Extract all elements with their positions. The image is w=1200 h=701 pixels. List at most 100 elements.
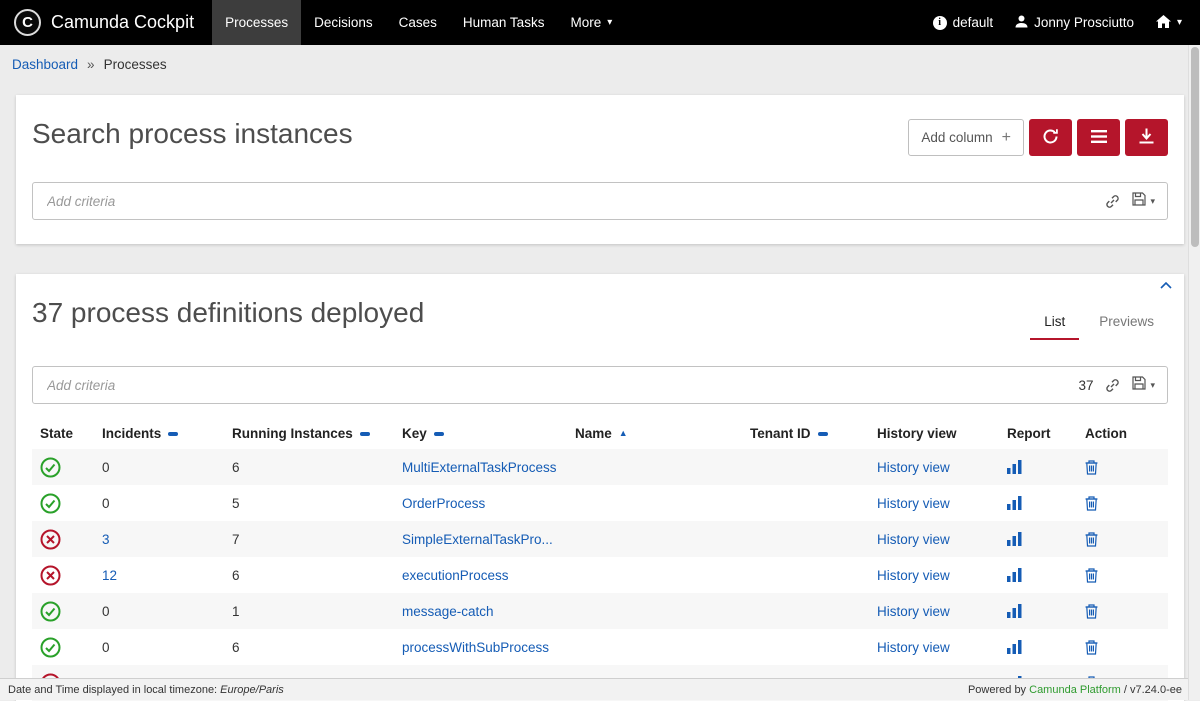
instance-search-bar: ▾ (32, 182, 1168, 220)
definition-criteria-input[interactable] (45, 377, 1066, 394)
report-icon[interactable] (1007, 460, 1069, 474)
incidents-count-link[interactable]: 3 (102, 532, 110, 547)
process-key-link[interactable]: SimpleExternalTaskPro... (402, 532, 553, 547)
ok-state-icon (40, 601, 86, 622)
tenant-id-cell (742, 485, 869, 521)
breadcrumb-dashboard-link[interactable]: Dashboard (12, 57, 78, 72)
delete-icon[interactable] (1085, 496, 1160, 511)
incidents-count-link[interactable]: 12 (102, 568, 117, 583)
process-key-link[interactable]: OrderProcess (402, 496, 485, 511)
delete-icon[interactable] (1085, 460, 1160, 475)
sort-remove-icon[interactable] (434, 432, 444, 436)
running-instances-cell: 1 (224, 593, 394, 629)
process-definition-row: 37SimpleExternalTaskPro...History view (32, 521, 1168, 557)
column-header-state[interactable]: State (32, 418, 94, 449)
sort-ascending-icon[interactable]: ▲ (619, 429, 628, 438)
nav-item-label: Processes (225, 15, 288, 30)
running-instances-cell: 5 (224, 485, 394, 521)
column-header-history-view[interactable]: History view (869, 418, 999, 449)
report-icon[interactable] (1007, 532, 1069, 546)
running-instances-cell: 6 (224, 449, 394, 485)
copy-link-icon[interactable] (1105, 194, 1120, 209)
vertical-scrollbar[interactable] (1188, 45, 1200, 700)
process-key-link[interactable]: MultiExternalTaskProcess (402, 460, 557, 475)
nav-item-human-tasks[interactable]: Human Tasks (450, 0, 558, 45)
ok-state-icon (40, 637, 86, 658)
nav-item-more[interactable]: More▾ (557, 0, 625, 45)
definition-search-bar: 37 ▾ (32, 366, 1168, 404)
column-header-name[interactable]: Name▲ (567, 418, 742, 449)
column-header-running-instances[interactable]: Running Instances (224, 418, 394, 449)
tab-list[interactable]: List (1030, 308, 1079, 340)
engine-selector[interactable]: i default (933, 15, 994, 30)
delete-icon[interactable] (1085, 568, 1160, 583)
brand-link[interactable]: C Camunda Cockpit (14, 9, 194, 36)
report-icon[interactable] (1007, 604, 1069, 618)
camunda-platform-link[interactable]: Camunda Platform (1029, 684, 1121, 696)
collapse-panel-icon[interactable] (1160, 282, 1172, 289)
copy-link-icon[interactable] (1105, 378, 1120, 393)
report-icon[interactable] (1007, 568, 1069, 582)
history-view-link[interactable]: History view (877, 640, 950, 655)
download-button[interactable] (1125, 119, 1168, 156)
report-icon[interactable] (1007, 640, 1069, 654)
definition-count: 37 (1078, 378, 1093, 393)
sort-remove-icon[interactable] (360, 432, 370, 436)
delete-icon[interactable] (1085, 640, 1160, 655)
delete-icon[interactable] (1085, 604, 1160, 619)
running-instances-count: 6 (232, 460, 240, 475)
user-menu[interactable]: Jonny Prosciutto (1015, 15, 1134, 31)
nav-item-cases[interactable]: Cases (386, 0, 450, 45)
search-instances-panel: Search process instances Add column + (16, 95, 1184, 244)
chevron-down-icon: ▾ (1150, 380, 1155, 391)
column-header-key[interactable]: Key (394, 418, 567, 449)
column-header-incidents[interactable]: Incidents (94, 418, 224, 449)
column-label: Report (1007, 426, 1051, 441)
sort-remove-icon[interactable] (168, 432, 178, 436)
history-view-link[interactable]: History view (877, 496, 950, 511)
history-view-link[interactable]: History view (877, 532, 950, 547)
refresh-button[interactable] (1029, 119, 1072, 156)
process-definition-row: 01message-catchHistory view (32, 593, 1168, 629)
definitions-panel-title: 37 process definitions deployed (32, 296, 424, 330)
search-panel-controls: Add column + (908, 119, 1168, 156)
incidents-cell: 12 (94, 557, 224, 593)
save-search-button[interactable]: ▾ (1132, 192, 1155, 211)
history-view-link[interactable]: History view (877, 568, 950, 583)
instance-criteria-input[interactable] (45, 193, 1093, 210)
column-header-report[interactable]: Report (999, 418, 1077, 449)
running-instances-cell: 6 (224, 557, 394, 593)
chevron-down-icon: ▾ (607, 17, 612, 28)
process-key-link[interactable]: processWithSubProcess (402, 640, 549, 655)
action-cell (1077, 629, 1168, 665)
sort-remove-icon[interactable] (818, 432, 828, 436)
running-instances-count: 5 (232, 496, 240, 511)
column-header-action[interactable]: Action (1077, 418, 1168, 449)
incident-state-icon (40, 529, 86, 550)
state-cell (32, 593, 94, 629)
tab-previews[interactable]: Previews (1085, 308, 1168, 340)
process-definition-row: 05OrderProcessHistory view (32, 485, 1168, 521)
process-key-link[interactable]: message-catch (402, 604, 494, 619)
report-cell (999, 629, 1077, 665)
process-key-link[interactable]: executionProcess (402, 568, 509, 583)
tenant-id-cell (742, 593, 869, 629)
name-cell (567, 629, 742, 665)
breadcrumb-current: Processes (104, 57, 167, 72)
home-menu[interactable]: ▾ (1156, 15, 1182, 31)
key-cell: executionProcess (394, 557, 567, 593)
nav-item-processes[interactable]: Processes (212, 0, 301, 45)
action-cell (1077, 449, 1168, 485)
scrollbar-thumb[interactable] (1191, 47, 1199, 247)
ok-state-icon (40, 457, 86, 478)
history-view-link[interactable]: History view (877, 460, 950, 475)
delete-icon[interactable] (1085, 532, 1160, 547)
report-icon[interactable] (1007, 496, 1069, 510)
save-search-button[interactable]: ▾ (1132, 376, 1155, 395)
column-header-tenant-id[interactable]: Tenant ID (742, 418, 869, 449)
add-column-button[interactable]: Add column + (908, 119, 1024, 156)
history-view-link[interactable]: History view (877, 604, 950, 619)
nav-item-decisions[interactable]: Decisions (301, 0, 386, 45)
key-cell: message-catch (394, 593, 567, 629)
list-view-button[interactable] (1077, 119, 1120, 156)
